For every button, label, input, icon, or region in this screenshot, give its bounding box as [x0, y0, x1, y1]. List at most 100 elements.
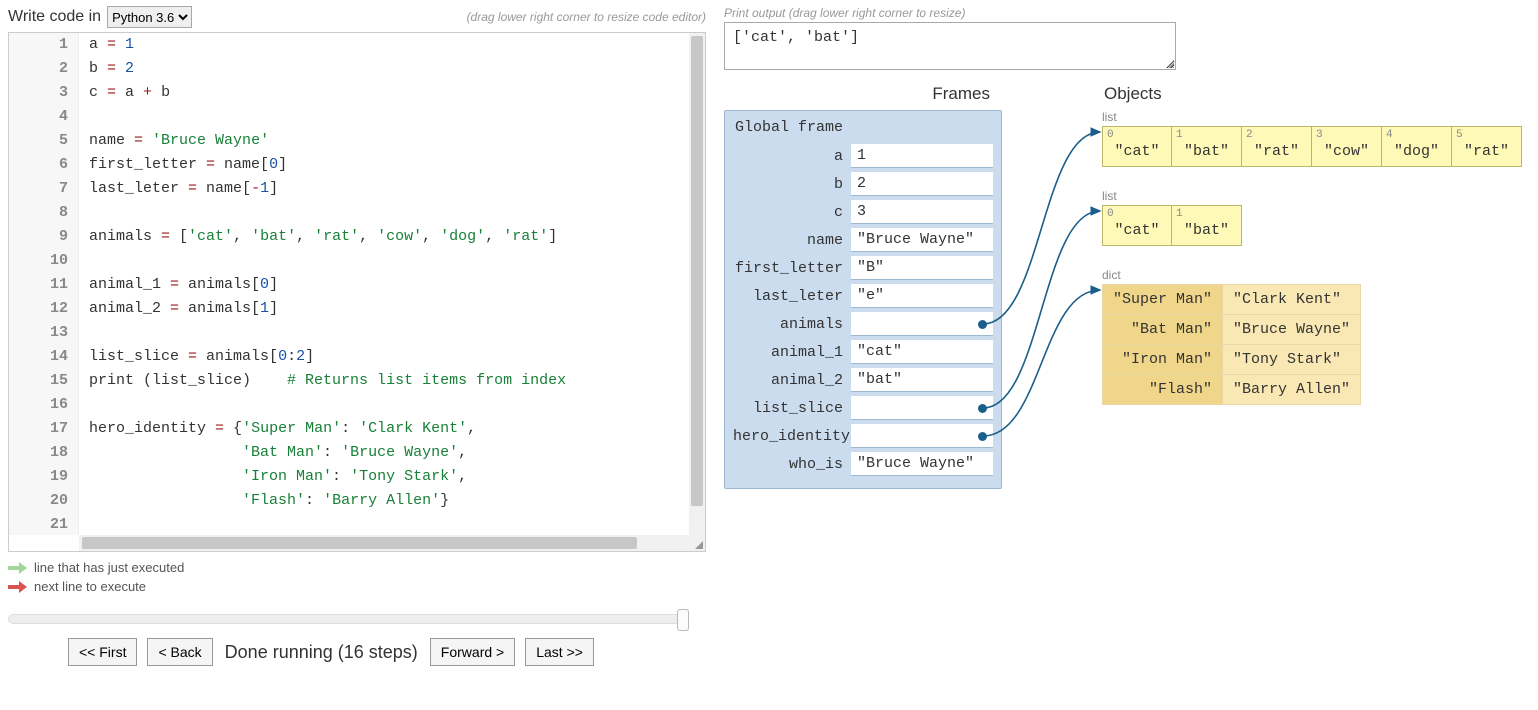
code-line[interactable]: b = 2	[79, 57, 689, 81]
dict-value: "Bruce Wayne"	[1223, 315, 1361, 345]
frame-title: Global frame	[733, 119, 993, 136]
list-cell: 0"cat"	[1102, 205, 1172, 246]
last-button[interactable]: Last >>	[525, 638, 594, 666]
list-index: 5	[1456, 129, 1463, 141]
line-number: 9	[9, 225, 78, 249]
pointer-dot-icon	[978, 432, 987, 441]
code-line[interactable]	[79, 105, 689, 129]
legend-just-executed: line that has just executed	[34, 560, 184, 575]
code-line[interactable]: 'Iron Man': 'Tony Stark',	[79, 465, 689, 489]
global-frame: Global frame a1b2c3name"Bruce Wayne"firs…	[724, 110, 1002, 489]
list-index: 0	[1107, 208, 1114, 220]
step-slider-thumb[interactable]	[677, 609, 689, 631]
code-line[interactable]: animals = ['cat', 'bat', 'rat', 'cow', '…	[79, 225, 689, 249]
pointer-dot-icon	[978, 320, 987, 329]
frame-var-value: "Bruce Wayne"	[851, 452, 993, 476]
first-button[interactable]: << First	[68, 638, 137, 666]
print-output-label: Print output (drag lower right corner to…	[724, 6, 1530, 20]
object-type-label: list	[1102, 110, 1522, 124]
dict-key: "Flash"	[1103, 375, 1223, 405]
code-line[interactable]	[79, 249, 689, 273]
line-number: 6	[9, 153, 78, 177]
code-line[interactable]: list_slice = animals[0:2]	[79, 345, 689, 369]
list-cell: 3"cow"	[1312, 126, 1382, 167]
code-line[interactable]: name = 'Bruce Wayne'	[79, 129, 689, 153]
line-number: 1	[9, 33, 78, 57]
legend-next-line: next line to execute	[34, 579, 146, 594]
frame-var-value: 1	[851, 144, 993, 168]
dict-key: "Iron Man"	[1103, 345, 1223, 375]
code-line[interactable]	[79, 201, 689, 225]
language-select[interactable]: Python 3.6	[107, 6, 192, 28]
forward-button[interactable]: Forward >	[430, 638, 515, 666]
frame-var-name: list_slice	[733, 400, 851, 417]
code-line[interactable]: print (list_slice) # Returns list items …	[79, 369, 689, 393]
frame-var-name: b	[733, 176, 851, 193]
frame-var-name: first_letter	[733, 260, 851, 277]
line-number: 13	[9, 321, 78, 345]
code-editor[interactable]: 12345678910111213141516171819202122 a = …	[8, 32, 706, 552]
line-number: 8	[9, 201, 78, 225]
dict-key: "Super Man"	[1103, 285, 1223, 315]
code-line[interactable]: a = 1	[79, 33, 689, 57]
list-object: 0"cat"1"bat"	[1102, 205, 1522, 246]
line-number: 2	[9, 57, 78, 81]
list-index: 1	[1176, 208, 1183, 220]
line-number: 18	[9, 441, 78, 465]
dict-key: "Bat Man"	[1103, 315, 1223, 345]
frame-var-value: "bat"	[851, 368, 993, 392]
dict-value: "Barry Allen"	[1223, 375, 1361, 405]
line-number: 11	[9, 273, 78, 297]
code-line[interactable]: last_leter = name[-1]	[79, 177, 689, 201]
editor-resize-hint: (drag lower right corner to resize code …	[467, 10, 706, 24]
code-line[interactable]	[79, 513, 689, 535]
pointer-dot-icon	[978, 404, 987, 413]
frame-var-name: last_leter	[733, 288, 851, 305]
line-number: 14	[9, 345, 78, 369]
frames-header: Frames	[724, 84, 1002, 104]
frame-var-name: animals	[733, 316, 851, 333]
arrow-red-icon	[8, 581, 28, 593]
dict-object: "Super Man""Clark Kent""Bat Man""Bruce W…	[1102, 284, 1361, 405]
dict-value: "Clark Kent"	[1223, 285, 1361, 315]
frame-var-name: c	[733, 204, 851, 221]
editor-vscrollbar[interactable]	[689, 33, 705, 535]
step-slider[interactable]	[8, 614, 688, 624]
line-number: 12	[9, 297, 78, 321]
line-number: 7	[9, 177, 78, 201]
code-line[interactable]: 'Flash': 'Barry Allen'}	[79, 489, 689, 513]
frame-var-value	[851, 312, 993, 336]
frame-var-name: animal_2	[733, 372, 851, 389]
code-line[interactable]: animal_2 = animals[1]	[79, 297, 689, 321]
editor-resize-corner-icon[interactable]	[689, 535, 705, 551]
code-line[interactable]	[79, 393, 689, 417]
code-line[interactable]: animal_1 = animals[0]	[79, 273, 689, 297]
line-number: 20	[9, 489, 78, 513]
list-index: 3	[1316, 129, 1323, 141]
frame-var-value: "Bruce Wayne"	[851, 228, 993, 252]
print-output-box[interactable]: ['cat', 'bat']	[724, 22, 1176, 70]
list-cell: 2"rat"	[1242, 126, 1312, 167]
line-number: 17	[9, 417, 78, 441]
frame-var-value: 2	[851, 172, 993, 196]
line-number: 4	[9, 105, 78, 129]
dict-value: "Tony Stark"	[1223, 345, 1361, 375]
line-number: 5	[9, 129, 78, 153]
code-line[interactable]: hero_identity = {'Super Man': 'Clark Ken…	[79, 417, 689, 441]
arrow-green-icon	[8, 562, 28, 574]
list-index: 4	[1386, 129, 1393, 141]
code-line[interactable]	[79, 321, 689, 345]
frame-var-value: "cat"	[851, 340, 993, 364]
code-line[interactable]: first_letter = name[0]	[79, 153, 689, 177]
frame-var-value	[851, 396, 993, 420]
frame-var-name: hero_identity	[733, 428, 851, 445]
code-line[interactable]: c = a + b	[79, 81, 689, 105]
frame-var-name: name	[733, 232, 851, 249]
back-button[interactable]: < Back	[147, 638, 212, 666]
line-number: 19	[9, 465, 78, 489]
editor-hscrollbar[interactable]	[79, 535, 689, 551]
list-object: 0"cat"1"bat"2"rat"3"cow"4"dog"5"rat"	[1102, 126, 1522, 167]
frame-var-value: "e"	[851, 284, 993, 308]
frame-var-name: who_is	[733, 456, 851, 473]
code-line[interactable]: 'Bat Man': 'Bruce Wayne',	[79, 441, 689, 465]
